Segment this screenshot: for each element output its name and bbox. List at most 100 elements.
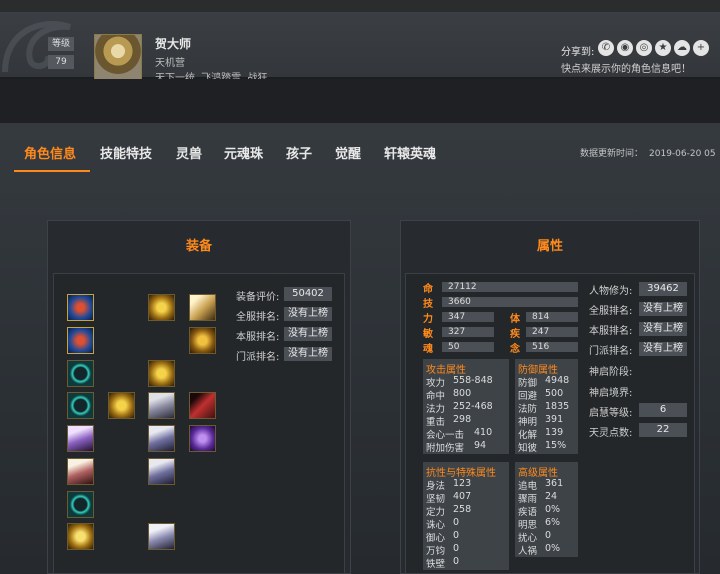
attribute-panel: 属性 命 27112 技 3660 力 347 体 814 敏 327 疾 24…: [400, 220, 700, 574]
tab-character-info[interactable]: 角色信息: [24, 143, 76, 162]
equip-slot-1[interactable]: [67, 294, 94, 321]
attribute-title: 属性: [536, 239, 563, 254]
share-icons: ✆ ◉ ◎ ★ ☁ +: [598, 40, 709, 56]
main-content: 角色信息 技能特技 灵兽 元魂珠 孩子 觉醒 轩辕英魂 数据更新时间： 2019-…: [0, 123, 720, 574]
agi-value: 327: [442, 327, 494, 337]
divine-realm-label: 神启境界:: [589, 388, 633, 399]
avatar[interactable]: [94, 34, 142, 82]
profile-header: 等级 79 贺大师 天机营 天下一统 飞鸿踏雪 战狂 分享到: ✆ ◉ ◎ ★ …: [0, 12, 720, 84]
spacer-band: [0, 79, 720, 123]
divine-stage-label: 神启阶段:: [589, 367, 633, 378]
resist-stats-box: 抗性与特殊属性 身法 123 坚韧 407 定力 258 诛心 0 御心 0 万钧 0 铁壁…: [423, 462, 509, 570]
equip-slot-12[interactable]: [67, 425, 94, 452]
resist-stat-row: 身法 123: [426, 478, 472, 492]
equip-server-rank-value: 没有上榜: [284, 307, 332, 321]
tab-awakening[interactable]: 觉醒: [335, 143, 361, 162]
defense-stat-row: 化解 139: [518, 427, 564, 441]
equip-slot-2[interactable]: [148, 294, 175, 321]
spirit-points-value: 22: [639, 423, 687, 437]
advanced-stat-row: 人祸 0%: [518, 543, 561, 557]
equip-slot-9[interactable]: [108, 392, 135, 419]
wisdom-level-label: 启慧等级:: [589, 408, 633, 419]
soul-label: 魂: [423, 344, 433, 355]
tab-skills[interactable]: 技能特技: [100, 143, 152, 162]
equip-score-label: 装备评价:: [236, 292, 280, 303]
con-label: 体: [510, 314, 520, 325]
soul-value: 50: [442, 342, 494, 352]
hp-value: 27112: [442, 282, 578, 292]
defense-stat-row: 神明 391: [518, 414, 564, 428]
attr-local-rank-label: 本服排名:: [589, 326, 633, 337]
equip-slot-11[interactable]: [189, 392, 216, 419]
defense-stat-row: 法防 1835: [518, 401, 570, 415]
mp-value: 3660: [442, 297, 578, 307]
equip-slot-18[interactable]: [67, 523, 94, 550]
resist-stat-row: 诛心 0: [426, 517, 460, 531]
advanced-stat-row: 疾语 0%: [518, 504, 561, 518]
equip-slot-5[interactable]: [189, 327, 216, 354]
equip-slot-17[interactable]: [67, 491, 94, 518]
attack-stats-box: 攻击属性 攻力 558-848 命中 800 法力 252-468 重击 298 会心一…: [423, 359, 509, 454]
equip-score-value: 50402: [284, 287, 332, 301]
advanced-stat-row: 追电 361: [518, 478, 564, 492]
equip-slot-13[interactable]: [148, 425, 175, 452]
attack-stat-row: 会心一击 410: [426, 427, 493, 441]
equip-slot-7[interactable]: [148, 360, 175, 387]
attack-stat-row: 命中 800: [426, 388, 472, 402]
advanced-stat-row: 明思 6%: [518, 517, 561, 531]
mp-label: 技: [423, 299, 433, 310]
str-label: 力: [423, 314, 433, 325]
level-value: 79: [48, 55, 74, 69]
spd-label: 疾: [510, 329, 520, 340]
equipment-title: 装备: [185, 239, 212, 254]
equip-slot-19[interactable]: [148, 523, 175, 550]
tab-children[interactable]: 孩子: [286, 143, 312, 162]
equip-slot-10[interactable]: [148, 392, 175, 419]
agi-label: 敏: [423, 329, 433, 340]
attribute-area: 命 27112 技 3660 力 347 体 814 敏 327 疾 247 魂…: [405, 273, 695, 574]
attr-sect-rank-value: 没有上榜: [639, 342, 687, 356]
defense-stat-row: 知彼 15%: [518, 440, 567, 454]
mind-value: 516: [526, 342, 578, 352]
qzone-icon[interactable]: ★: [655, 40, 671, 56]
qq-icon[interactable]: ◉: [617, 40, 633, 56]
equip-slot-3[interactable]: [189, 294, 216, 321]
attack-stat-row: 法力 252-468: [426, 401, 493, 415]
equip-slot-15[interactable]: [67, 458, 94, 485]
tab-xuanyuan-heroes[interactable]: 轩辕英魂: [384, 143, 436, 162]
advanced-stats-box: 高级属性 追电 361 骤雨 24 疾语 0% 明思 6% 扰心 0 人祸 0%: [515, 462, 578, 557]
equipment-grid: 装备评价: 50402 全服排名: 没有上榜 本服排名: 没有上榜 门派排名: …: [53, 273, 345, 574]
weibo-icon[interactable]: ◎: [636, 40, 652, 56]
advanced-stats-heading: 高级属性: [518, 468, 558, 479]
equip-slot-16[interactable]: [148, 458, 175, 485]
wisdom-level-value: 6: [639, 403, 687, 417]
more-icon[interactable]: +: [693, 40, 709, 56]
equip-slot-4[interactable]: [67, 327, 94, 354]
con-value: 814: [526, 312, 578, 322]
tab-pets[interactable]: 灵兽: [176, 143, 202, 162]
cultivation-value: 39462: [639, 282, 687, 296]
attack-stat-row: 附加伤害 94: [426, 440, 487, 454]
hp-label: 命: [423, 284, 433, 295]
equip-slot-6[interactable]: [67, 360, 94, 387]
attr-local-rank-value: 没有上榜: [639, 322, 687, 336]
resist-stat-row: 坚韧 407: [426, 491, 472, 505]
equip-slot-8[interactable]: [67, 392, 94, 419]
top-strip: [0, 0, 720, 12]
advanced-stat-row: 骤雨 24: [518, 491, 558, 505]
advanced-stat-row: 扰心 0: [518, 530, 552, 544]
active-tab-indicator: [14, 170, 90, 172]
tab-soul-orbs[interactable]: 元魂珠: [224, 143, 263, 162]
share-label: 分享到:: [561, 47, 595, 58]
attr-server-rank-value: 没有上榜: [639, 302, 687, 316]
equip-sect-rank-label: 门派排名:: [236, 352, 280, 363]
douban-icon[interactable]: ☁: [674, 40, 690, 56]
share-subtitle: 快点来展示你的角色信息吧！: [561, 64, 691, 75]
equip-slot-14[interactable]: [189, 425, 216, 452]
resist-stat-row: 定力 258: [426, 504, 472, 518]
attr-sect-rank-label: 门派排名:: [589, 346, 633, 357]
equipment-panel: 装备 装备评价: 50402 全服排名: 没有上榜 本服排名: 没有上榜 门派排…: [47, 220, 351, 574]
resist-stats-heading: 抗性与特殊属性: [426, 468, 496, 479]
wechat-icon[interactable]: ✆: [598, 40, 614, 56]
equip-server-rank-label: 全服排名:: [236, 312, 280, 323]
